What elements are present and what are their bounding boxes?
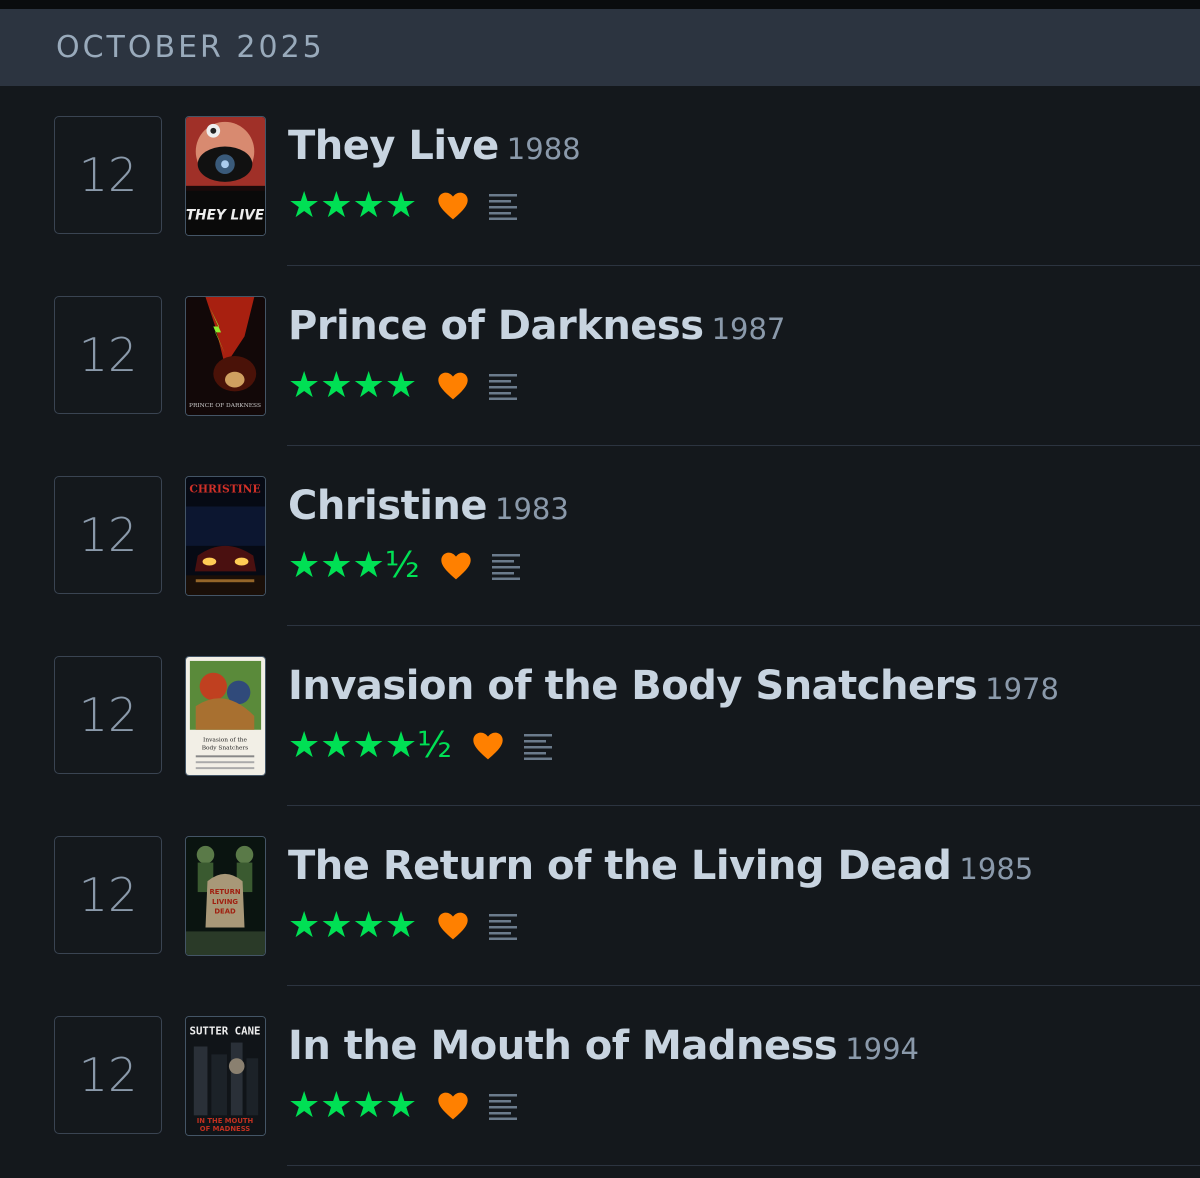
film-year[interactable]: 1978: [985, 672, 1059, 706]
month-label: OCTOBER 2025: [56, 30, 325, 65]
diary-list: 12 THEY LIVE They Live 1988 ★★★★ 12 PRIN…: [0, 86, 1200, 1166]
review-icon[interactable]: [487, 372, 519, 400]
heart-icon: [438, 192, 468, 220]
svg-text:Body Snatchers: Body Snatchers: [202, 745, 249, 751]
film-title[interactable]: The Return of the Living Dead: [288, 843, 952, 889]
film-title[interactable]: Christine: [288, 483, 488, 529]
svg-text:SUTTER CANE: SUTTER CANE: [190, 1025, 261, 1038]
entry-details: In the Mouth of Madness 1994 ★★★★: [288, 1026, 919, 1126]
day-number[interactable]: 12: [54, 296, 162, 414]
film-poster[interactable]: CHRISTINE: [185, 476, 266, 596]
film-title[interactable]: In the Mouth of Madness: [288, 1023, 838, 1069]
svg-text:PRINCE OF DARKNESS: PRINCE OF DARKNESS: [189, 403, 261, 409]
film-poster[interactable]: PRINCE OF DARKNESS: [185, 296, 266, 416]
month-header: OCTOBER 2025: [0, 9, 1200, 86]
entry-details: They Live 1988 ★★★★: [288, 126, 581, 226]
film-year[interactable]: 1987: [712, 312, 786, 346]
star-rating: ★★★★: [288, 905, 418, 946]
heart-icon: [438, 372, 468, 400]
star-rating: ★★★½: [288, 545, 420, 586]
star-rating: ★★★★: [288, 185, 418, 226]
svg-text:IN THE MOUTH: IN THE MOUTH: [197, 1117, 254, 1125]
entry-details: Christine 1983 ★★★½: [288, 486, 569, 586]
heart-icon: [438, 912, 468, 940]
heart-icon: [441, 552, 471, 580]
film-year[interactable]: 1983: [495, 492, 569, 526]
day-number[interactable]: 12: [54, 476, 162, 594]
film-year[interactable]: 1985: [959, 852, 1033, 886]
svg-text:CHRISTINE: CHRISTINE: [189, 483, 260, 496]
day-number[interactable]: 12: [54, 656, 162, 774]
heart-icon: [438, 1092, 468, 1120]
review-icon[interactable]: [487, 1092, 519, 1120]
diary-entry: 12 CHRISTINE Christine 1983 ★★★½: [0, 446, 1200, 626]
entry-details: The Return of the Living Dead 1985 ★★★★: [288, 846, 1033, 946]
svg-text:LIVING: LIVING: [212, 898, 238, 906]
film-title[interactable]: Invasion of the Body Snatchers: [288, 663, 978, 709]
divider: [287, 1164, 1200, 1166]
svg-text:THEY LIVE: THEY LIVE: [186, 207, 265, 223]
star-rating: ★★★★: [288, 365, 418, 406]
star-rating: ★★★★: [288, 1085, 418, 1126]
svg-text:Invasion of the: Invasion of the: [203, 738, 247, 744]
day-number[interactable]: 12: [54, 1016, 162, 1134]
svg-text:RETURN: RETURN: [209, 888, 240, 896]
day-number[interactable]: 12: [54, 116, 162, 234]
entry-details: Invasion of the Body Snatchers 1978 ★★★★½: [288, 666, 1059, 766]
top-strip: [0, 0, 1200, 9]
film-year[interactable]: 1988: [507, 132, 581, 166]
review-icon[interactable]: [490, 552, 522, 580]
review-icon[interactable]: [487, 912, 519, 940]
diary-entry: 12 PRINCE OF DARKNESS Prince of Darkness…: [0, 266, 1200, 446]
diary-entry: 12 THEY LIVE They Live 1988 ★★★★: [0, 86, 1200, 266]
film-title[interactable]: They Live: [288, 123, 499, 169]
film-poster[interactable]: THEY LIVE: [185, 116, 266, 236]
day-number[interactable]: 12: [54, 836, 162, 954]
film-poster[interactable]: SUTTER CANE IN THE MOUTH OF MADNESS: [185, 1016, 266, 1136]
diary-entry: 12 Invasion of the Body Snatchers Invasi…: [0, 626, 1200, 806]
film-poster[interactable]: RETURN LIVING DEAD: [185, 836, 266, 956]
film-poster[interactable]: Invasion of the Body Snatchers: [185, 656, 266, 776]
entry-details: Prince of Darkness 1987 ★★★★: [288, 306, 785, 406]
diary-entry: 12 SUTTER CANE IN THE MOUTH OF MADNESS I…: [0, 986, 1200, 1166]
review-icon[interactable]: [522, 732, 554, 760]
svg-text:OF MADNESS: OF MADNESS: [200, 1125, 250, 1133]
heart-icon: [473, 732, 503, 760]
diary-entry: 12 RETURN LIVING DEAD The Return of the …: [0, 806, 1200, 986]
star-rating: ★★★★½: [288, 725, 452, 766]
film-year[interactable]: 1994: [845, 1032, 919, 1066]
review-icon[interactable]: [487, 192, 519, 220]
svg-text:DEAD: DEAD: [214, 908, 236, 916]
film-title[interactable]: Prince of Darkness: [288, 303, 704, 349]
